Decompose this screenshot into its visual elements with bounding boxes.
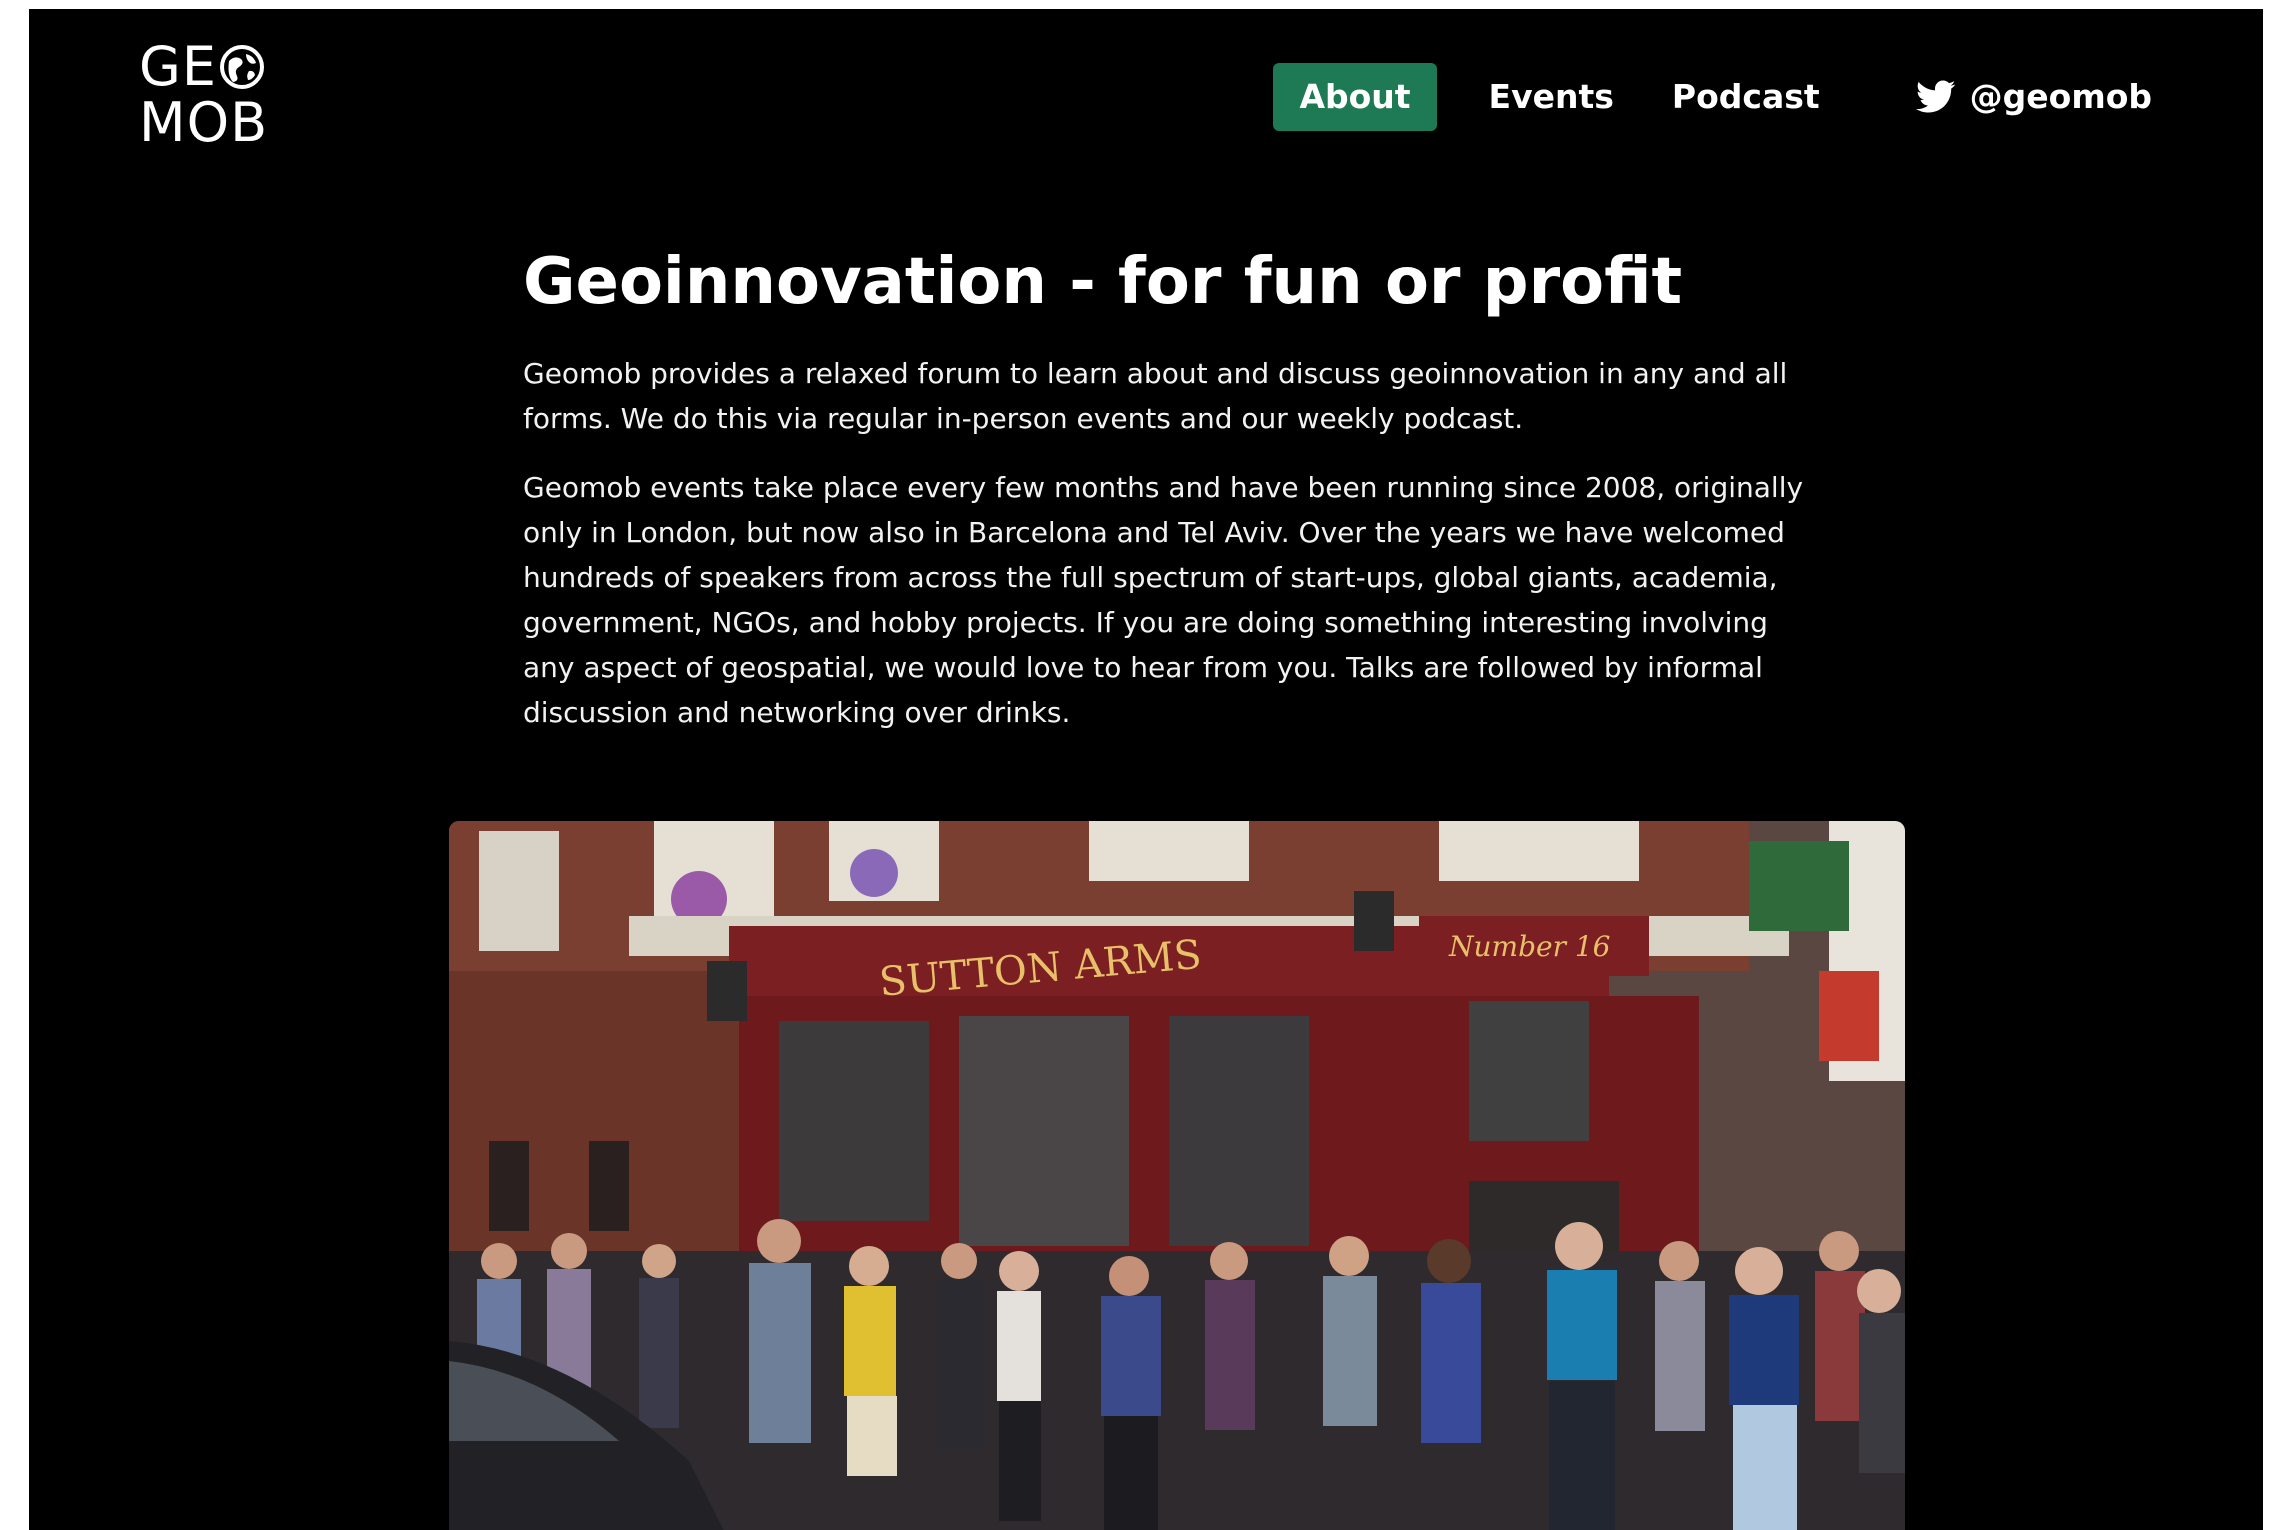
event-photo: SUTTON ARMS Number 16 <box>449 821 1905 1530</box>
logo-line1: GE <box>139 35 217 98</box>
nav-about[interactable]: About <box>1273 63 1437 131</box>
twitter-handle: @geomob <box>1969 77 2152 116</box>
nav-twitter-link[interactable]: @geomob <box>1890 63 2178 131</box>
intro-paragraph: Geomob provides a relaxed forum to learn… <box>523 357 1788 435</box>
logo-row-top: GE <box>139 39 299 95</box>
twitter-icon <box>1915 80 1955 113</box>
pub-number: Number 16 <box>1448 930 1611 963</box>
nav-podcast[interactable]: Podcast <box>1646 63 1846 131</box>
globe-icon <box>219 45 264 89</box>
events-paragraph: Geomob events take place every few month… <box>523 471 1804 729</box>
page-title: Geoinnovation - for fun or profit <box>523 245 1683 319</box>
logo-row-bottom: MOB <box>139 95 299 151</box>
geomob-logo[interactable]: GE MOB <box>139 39 299 159</box>
nav-events[interactable]: Events <box>1463 63 1640 131</box>
page-frame: GE MOB About Events Podcast @geomob Geoi… <box>29 9 2263 1530</box>
main-nav: About Events Podcast @geomob <box>1273 63 2178 131</box>
pub-crowd-illustration: SUTTON ARMS Number 16 <box>449 821 1905 1530</box>
logo-line2: MOB <box>139 91 269 154</box>
main-content: Geoinnovation - for fun or profit Geomob… <box>523 239 1853 735</box>
